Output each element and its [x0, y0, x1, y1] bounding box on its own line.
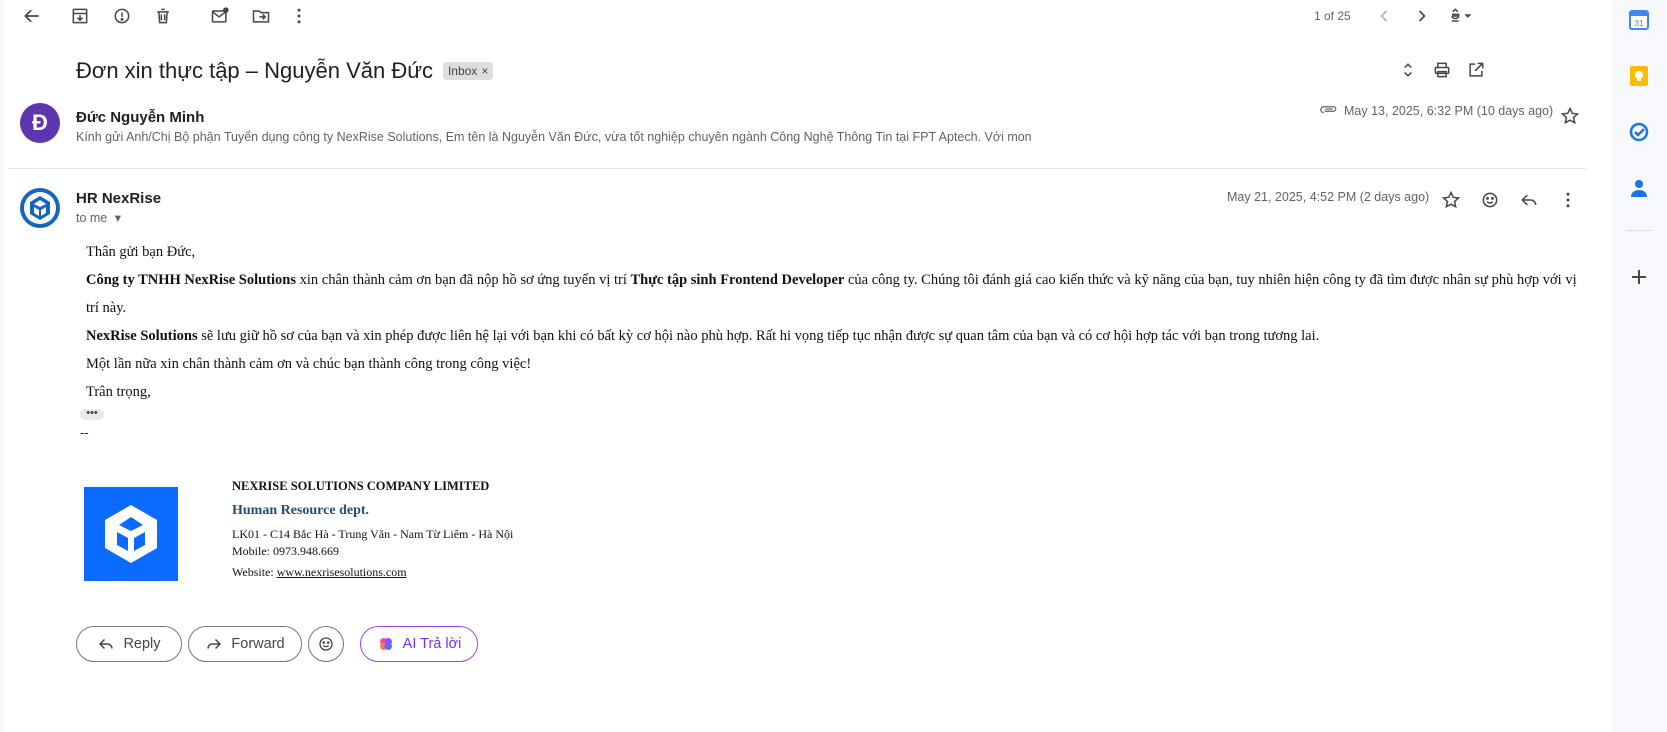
recipient-toggle[interactable]: to me ▾: [76, 210, 121, 225]
message-divider: [8, 168, 1586, 169]
message-snippet: Kính gửi Anh/Chị Bộ phận Tuyển dụng công…: [76, 130, 1032, 144]
add-addon-icon[interactable]: [1627, 265, 1651, 289]
star-icon[interactable]: [1435, 184, 1467, 216]
emoji-icon: [319, 637, 333, 651]
expand-all-icon[interactable]: [1392, 54, 1424, 86]
ai-reply-label: AI Trả lời: [402, 636, 462, 652]
show-trimmed-content-button[interactable]: •••: [80, 408, 104, 420]
move-to-icon[interactable]: [245, 0, 277, 32]
message-body: Thân gửi bạn Đức, Công ty TNHH NexRise S…: [86, 238, 1591, 406]
more-vert-icon[interactable]: [1552, 184, 1584, 216]
position-name: Thực tập sinh Frontend Developer: [630, 272, 845, 288]
message-date: May 13, 2025, 6:32 PM (10 days ago): [1344, 104, 1554, 118]
forward-label: Forward: [231, 636, 285, 652]
signature-separator: --: [80, 425, 89, 440]
signature-website: Website: www.nexrisesolutions.com: [232, 565, 407, 580]
star-icon[interactable]: [1558, 104, 1582, 128]
email-view: 1 of 25 Đơn xin thực tập – Nguyễn Văn Đứ…: [4, 0, 1612, 732]
caret-down-icon: ▾: [114, 211, 122, 225]
recipient-text: to me: [76, 211, 108, 225]
message-date: May 21, 2025, 4:52 PM (2 days ago): [1227, 190, 1430, 204]
emoji-button[interactable]: [308, 626, 344, 662]
delete-icon[interactable]: [147, 0, 179, 32]
text-span: sẽ lưu giữ hồ sơ của bạn và xin phép đượ…: [197, 328, 1320, 344]
calendar-icon[interactable]: 31: [1627, 8, 1651, 32]
mark-unread-icon[interactable]: [204, 0, 236, 32]
chip-remove-icon[interactable]: ×: [481, 64, 488, 78]
keep-icon[interactable]: [1627, 64, 1651, 88]
signature-dept: Human Resource dept.: [232, 503, 370, 518]
reply-icon: [99, 638, 114, 650]
avatar-letter: Đ: [32, 110, 48, 135]
report-spam-icon[interactable]: [106, 0, 138, 32]
input-tools-icon[interactable]: [1440, 0, 1484, 32]
company-logo: [84, 487, 178, 581]
body-paragraph-2: NexRise Solutions sẽ lưu giữ hồ sơ của b…: [86, 322, 1591, 350]
contacts-icon[interactable]: [1627, 176, 1651, 200]
attachment-icon: [1320, 102, 1338, 121]
open-new-window-icon[interactable]: [1460, 54, 1492, 86]
prev-chevron-icon[interactable]: [1368, 0, 1400, 32]
reply-label: Reply: [123, 636, 161, 652]
body-paragraph-3: Một lần nữa xin chân thành cảm ơn và chú…: [86, 356, 532, 372]
panel-divider: [1626, 230, 1652, 231]
ai-brain-icon: [379, 638, 392, 650]
print-icon[interactable]: [1426, 54, 1458, 86]
signature-address: LK01 - C14 Bắc Hà - Trung Văn - Nam Từ L…: [232, 527, 514, 541]
tasks-icon[interactable]: [1627, 120, 1651, 144]
more-vert-icon[interactable]: [283, 0, 315, 32]
back-arrow-icon[interactable]: [16, 0, 48, 32]
svg-text:31: 31: [1635, 19, 1644, 28]
company-name: Công ty TNHH NexRise Solutions: [86, 272, 297, 288]
closing: Trân trọng,: [86, 384, 151, 400]
archive-icon[interactable]: [64, 0, 96, 32]
next-chevron-icon[interactable]: [1406, 0, 1438, 32]
greeting: Thân gửi bạn Đức,: [86, 244, 196, 260]
ai-reply-button[interactable]: AI Trả lời: [360, 626, 478, 662]
pager-count: 1 of 25: [1314, 9, 1351, 23]
reply-icon[interactable]: [1513, 184, 1545, 216]
sender-name: Đức Nguyễn Minh: [76, 109, 205, 126]
forward-button[interactable]: Forward: [188, 626, 302, 662]
emoji-react-icon[interactable]: [1474, 184, 1506, 216]
subject-line: Đơn xin thực tập – Nguyễn Văn Đức Inbox …: [76, 58, 494, 84]
reply-button[interactable]: Reply: [76, 626, 182, 662]
company-name: NexRise Solutions: [86, 328, 198, 344]
side-panel: 31: [1612, 0, 1667, 732]
subject-title: Đơn xin thực tập – Nguyễn Văn Đức: [76, 58, 433, 83]
text-span: xin chân thành cảm ơn bạn đã nộp hồ sơ ứ…: [296, 272, 631, 288]
hr-avatar: [20, 188, 60, 228]
website-label: Website:: [232, 565, 277, 579]
chip-label: Inbox: [447, 64, 478, 78]
avatar: Đ: [20, 103, 60, 143]
signature-mobile: Mobile: 0973.948.669: [232, 544, 339, 558]
sender-name: HR NexRise: [76, 190, 162, 207]
body-paragraph-1: Công ty TNHH NexRise Solutions xin chân …: [86, 266, 1591, 322]
inbox-label-chip[interactable]: Inbox ×: [442, 62, 494, 80]
website-link[interactable]: www.nexrisesolutions.com: [277, 565, 407, 579]
signature-company: NEXRISE SOLUTIONS COMPANY LIMITED: [232, 479, 490, 493]
forward-icon: [207, 638, 222, 650]
